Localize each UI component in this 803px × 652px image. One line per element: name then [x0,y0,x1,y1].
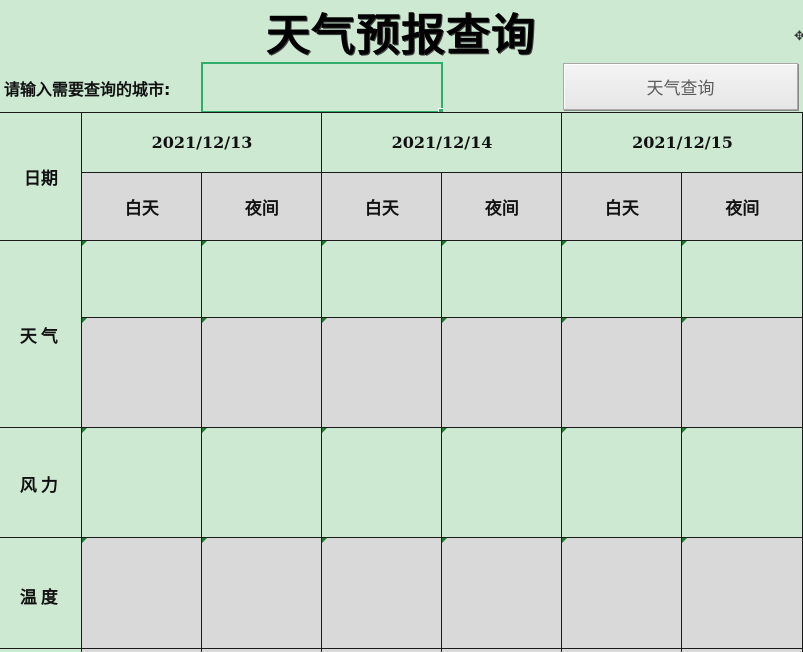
period-day-1: 白天 [82,172,202,240]
cell-indicator-icon [322,318,327,323]
cell-indicator-icon [442,428,447,433]
row-label-wind: 风力 [0,428,82,538]
grid-line [0,648,803,649]
grid-line [0,112,803,113]
date-header-2: 2021/12/14 [322,113,562,172]
date-header-cell: 日期 [0,113,82,240]
wind-row[interactable] [82,428,803,538]
city-input[interactable] [201,62,443,113]
page-title: 天气预报查询 [0,0,803,62]
period-day-3: 白天 [562,172,682,240]
spreadsheet: 天气预报查询 请输入需要查询的城市: 天气查询 ✥ 日期 2021/12/13 … [0,0,803,652]
cell-indicator-icon [682,428,687,433]
grid-line [561,113,562,652]
cell-indicator-icon [442,241,447,246]
cell-indicator-icon [562,318,567,323]
cell-indicator-icon [202,241,207,246]
weather-query-button[interactable]: 天气查询 [563,63,798,110]
cell-indicator-icon [562,538,567,543]
grid-line [82,172,803,173]
cell-indicator-icon [322,241,327,246]
row-label-temperature: 温度 [0,538,82,652]
cell-indicator-icon [202,318,207,323]
grid-line [321,113,322,652]
cell-indicator-icon [442,538,447,543]
cell-indicator-icon [322,538,327,543]
period-night-1: 夜间 [202,172,322,240]
cell-indicator-icon [682,241,687,246]
grid-line [81,113,82,652]
cell-indicator-icon [82,428,87,433]
cell-indicator-icon [202,538,207,543]
cell-indicator-icon [562,241,567,246]
temperature-row[interactable] [82,538,803,652]
cell-indicator-icon [82,318,87,323]
period-night-2: 夜间 [442,172,562,240]
row-label-weather: 天气 [0,240,82,428]
cell-indicator-icon [562,428,567,433]
date-header-3: 2021/12/15 [562,113,803,172]
cell-indicator-icon [682,318,687,323]
cell-indicator-icon [82,241,87,246]
city-prompt-label: 请输入需要查询的城市: [0,62,201,113]
cell-indicator-icon [82,538,87,543]
cell-indicator-icon [322,428,327,433]
weather-row-a[interactable] [82,240,803,317]
period-night-3: 夜间 [682,172,803,240]
weather-row-b[interactable] [82,317,803,428]
cell-indicator-icon [682,538,687,543]
date-header-1: 2021/12/13 [82,113,322,172]
period-day-2: 白天 [322,172,442,240]
cursor-icon: ✥ [794,29,803,44]
cell-indicator-icon [442,318,447,323]
cell-indicator-icon [202,428,207,433]
